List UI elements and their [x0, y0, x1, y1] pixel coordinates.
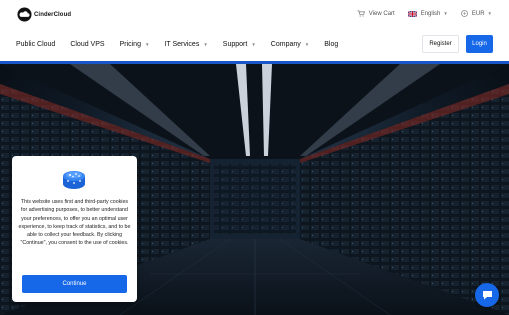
nav-item-blog[interactable]: Blog — [324, 41, 338, 48]
top-bar: CinderCloud View Cart English ▼ EUR ▼ — [0, 0, 509, 30]
nav-item-company[interactable]: Company ▼ — [271, 41, 309, 48]
chevron-down-icon: ▼ — [443, 11, 448, 16]
cookie-consent-dialog: This website uses first and third-party … — [12, 156, 137, 302]
nav-item-label: Company — [270, 41, 301, 48]
cookie-consent-text: This website uses first and third-party … — [18, 199, 131, 247]
nav-item-cloud-vps[interactable]: Cloud VPS — [70, 41, 104, 48]
nav-item-label: Cloud VPS — [70, 41, 105, 48]
nav-item-label: IT Services — [164, 41, 200, 48]
chevron-down-icon: ▼ — [203, 42, 208, 47]
chat-bubble-icon — [482, 291, 492, 300]
view-cart-label: View Cart — [368, 10, 395, 17]
currency-label: EUR — [471, 10, 485, 17]
cookie-jar-icon — [63, 171, 85, 189]
brand-name: CinderCloud — [34, 11, 72, 18]
top-utilities: View Cart English ▼ EUR ▼ — [344, 10, 492, 17]
nav-item-support[interactable]: Support ▼ — [223, 41, 256, 48]
logo[interactable]: CinderCloud — [17, 7, 71, 22]
cart-icon — [357, 10, 365, 17]
nav-item-it-services[interactable]: IT Services ▼ — [164, 41, 207, 48]
continue-button[interactable]: Continue — [22, 275, 127, 293]
uk-flag-icon — [407, 10, 417, 17]
currency-icon — [460, 10, 468, 17]
view-cart-link[interactable]: View Cart — [357, 10, 395, 17]
nav-item-label: Blog — [324, 41, 339, 48]
register-button[interactable]: Register — [422, 35, 459, 53]
nav-item-public-cloud[interactable]: Public Cloud — [16, 41, 55, 48]
chevron-down-icon: ▼ — [487, 11, 492, 16]
nav-item-label: Pricing — [119, 41, 141, 48]
chat-widget-button[interactable] — [475, 283, 499, 307]
chevron-down-icon: ▼ — [304, 42, 310, 47]
nav-item-pricing[interactable]: Pricing ▼ — [120, 41, 150, 48]
cloud-logo-icon — [17, 7, 32, 22]
nav-item-label: Support — [222, 41, 248, 48]
login-button[interactable]: Login — [466, 35, 493, 53]
chevron-down-icon: ▼ — [144, 42, 150, 47]
language-label: English — [420, 10, 441, 17]
currency-selector[interactable]: EUR ▼ — [460, 10, 492, 17]
nav-item-label: Public Cloud — [16, 41, 56, 48]
chevron-down-icon: ▼ — [251, 42, 256, 47]
language-selector[interactable]: English ▼ — [407, 10, 448, 17]
nav-menu: Public Cloud Cloud VPS Pricing ▼ IT Services… — [16, 41, 353, 48]
